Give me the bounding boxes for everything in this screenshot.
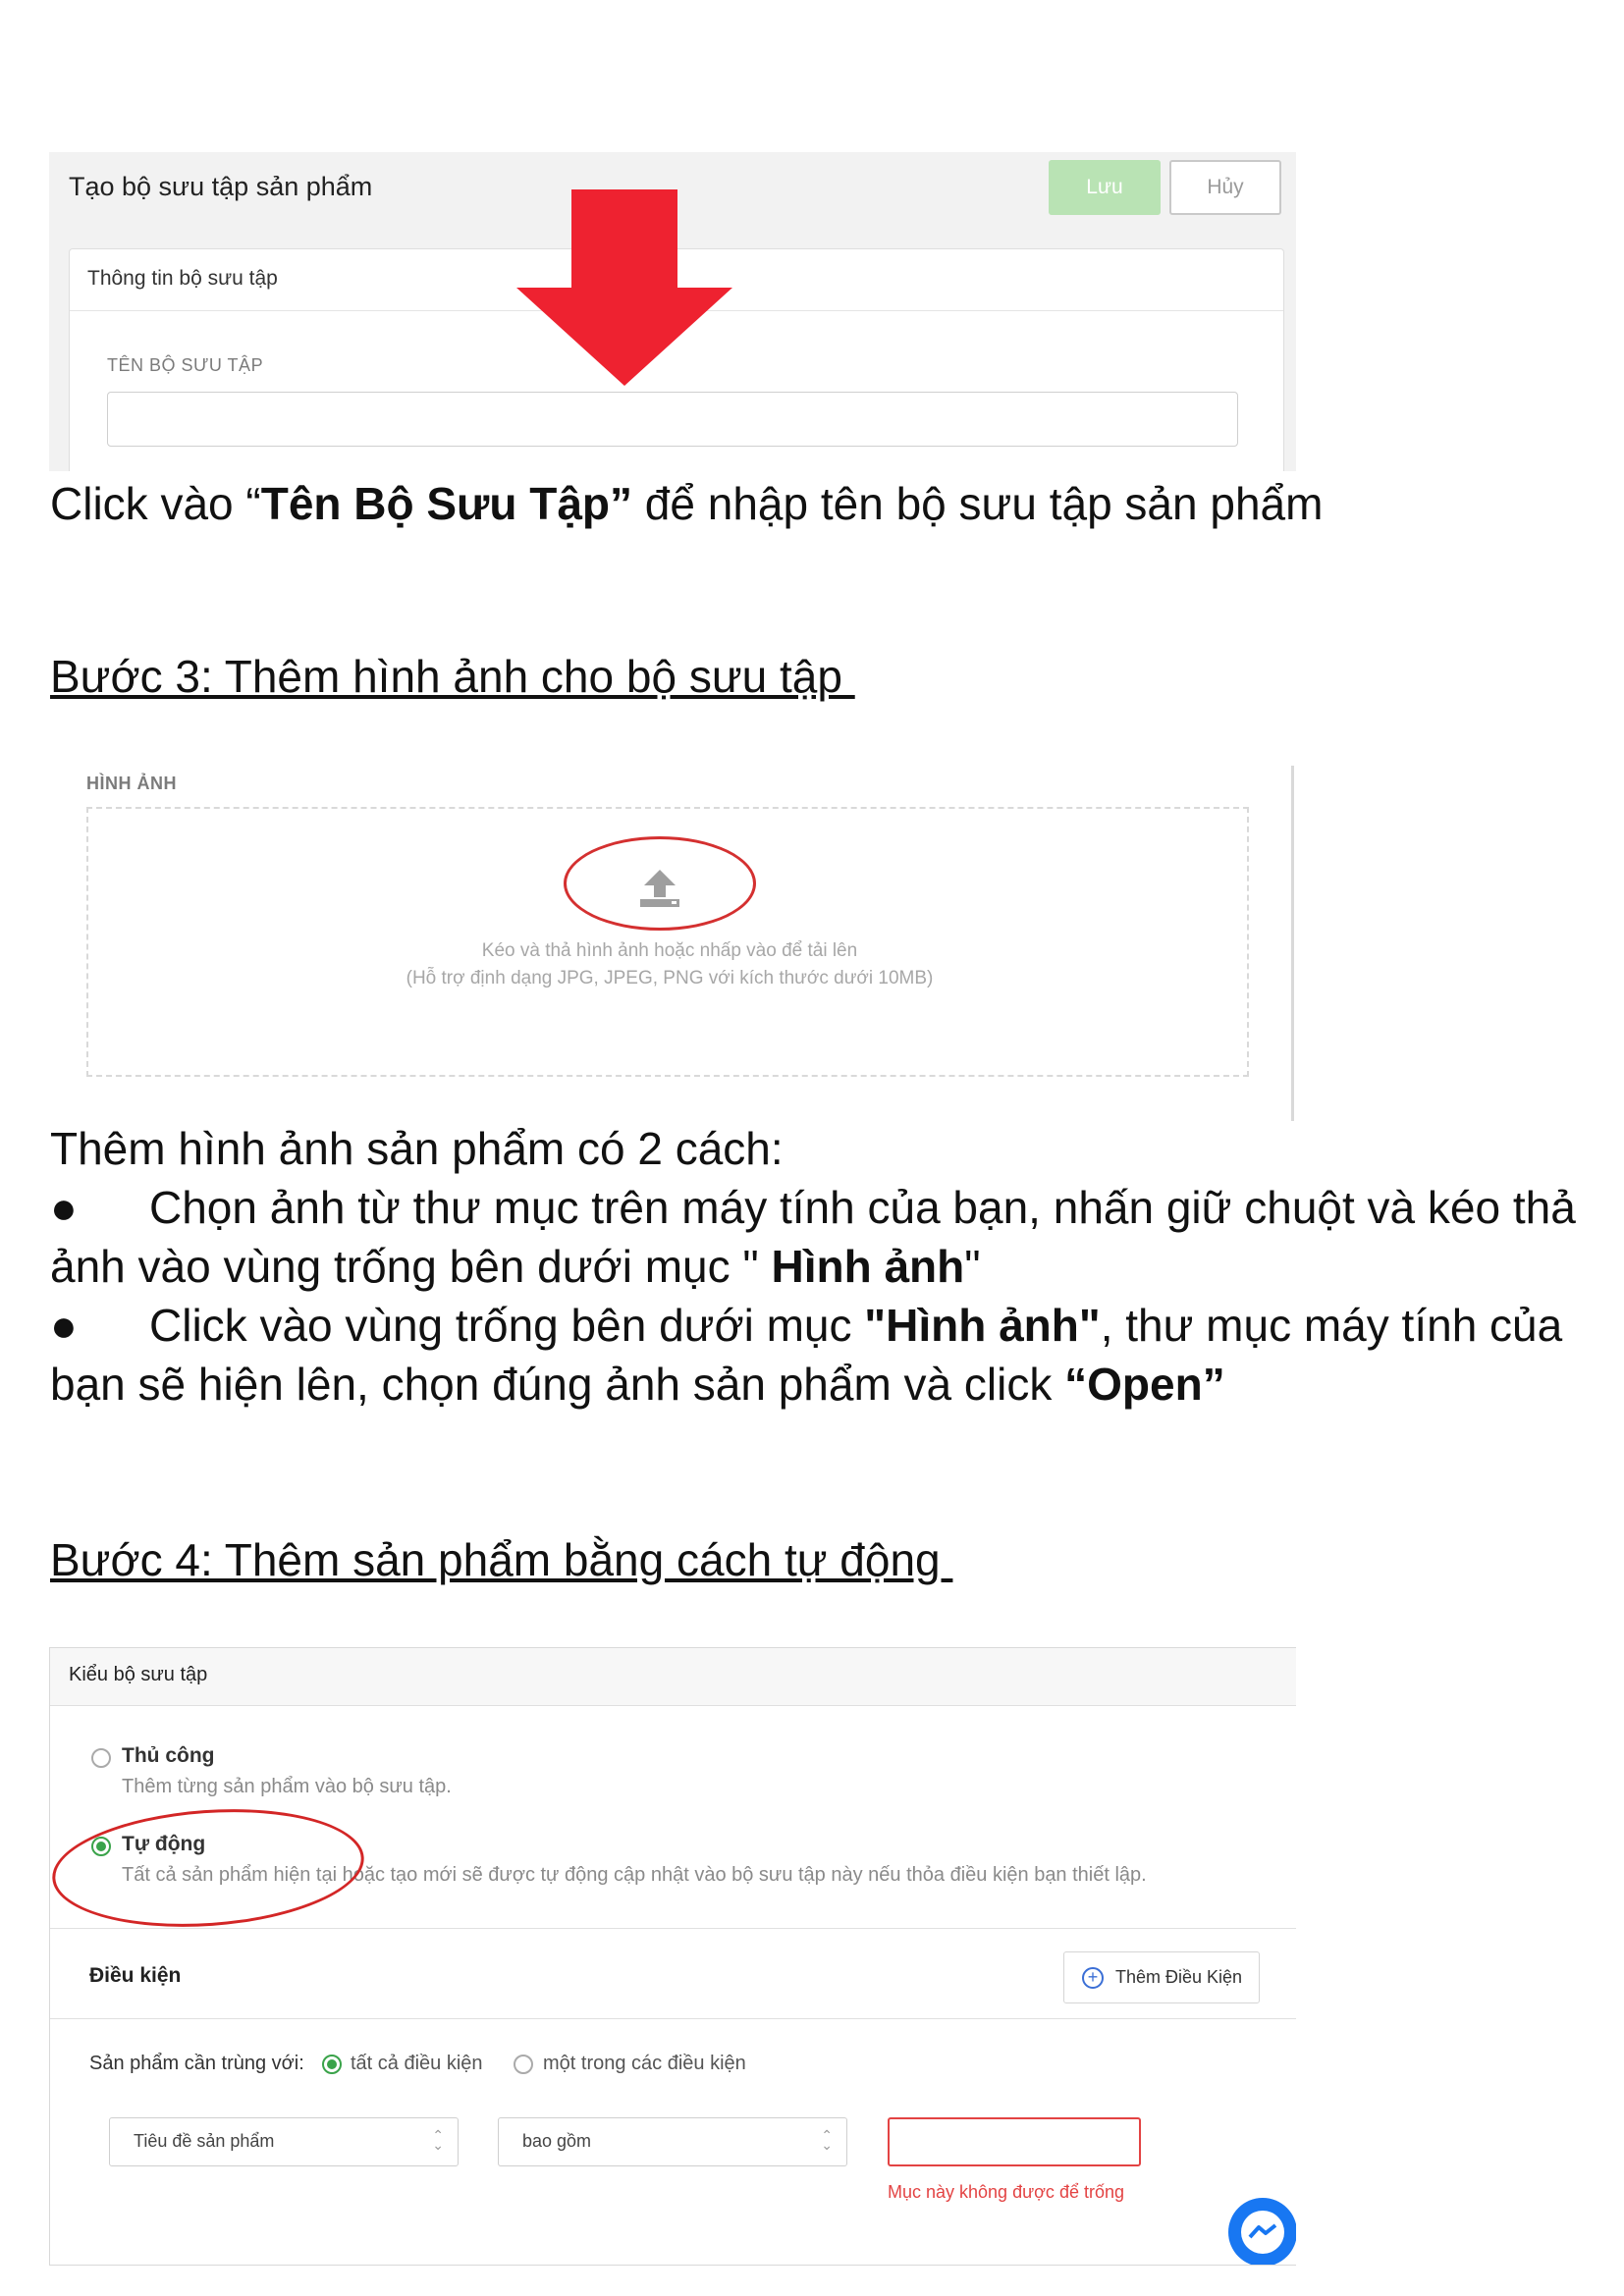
manual-radio[interactable]	[91, 1748, 111, 1768]
bullet-1-cont-bold: Hình ảnh	[771, 1241, 965, 1292]
messenger-bolt-icon	[1241, 2211, 1284, 2254]
panel-title: Thông tin bộ sưu tập	[87, 267, 278, 290]
cancel-button[interactable]: Hủy	[1169, 160, 1281, 215]
caption-post: để nhập tên bộ sưu tập sản phẩm	[632, 478, 1324, 529]
field-select-value: Tiêu đề sản phẩm	[134, 2131, 275, 2151]
add-condition-button[interactable]: + Thêm Điều Kiện	[1063, 1951, 1260, 2003]
collection-type-header: Kiểu bộ sưu tập	[50, 1648, 1296, 1706]
match-all-radio[interactable]	[322, 2055, 342, 2074]
collection-type-title: Kiểu bộ sưu tập	[69, 1664, 208, 1685]
bullet-2-cont-bold: “Open”	[1064, 1359, 1225, 1410]
field-select[interactable]: Tiêu đề sản phẩm ⌃ ⌄	[109, 2117, 459, 2166]
highlight-circle	[50, 1799, 368, 1937]
collection-type-screenshot: Kiểu bộ sưu tập Thủ công Thêm từng sản p…	[49, 1647, 1296, 2266]
dropzone-format-hint: (Hỗ trợ định dạng JPG, JPEG, PNG với kíc…	[406, 968, 934, 988]
image-upload-screenshot: HÌNH ẢNH Kéo và thả hình ảnh hoặc nhấp v…	[61, 758, 1296, 1121]
select-caret-icon: ⌃ ⌄	[821, 2127, 833, 2153]
step4-heading: Bước 4: Thêm sản phẩm bằng cách tự động	[50, 1534, 953, 1585]
divider	[1291, 766, 1294, 1121]
operator-select[interactable]: bao gồm ⌃ ⌄	[498, 2117, 847, 2166]
bullet-2-pre: Click vào vùng trống bên dưới mục	[149, 1300, 865, 1351]
dropzone-hint: Kéo và thả hình ảnh hoặc nhấp vào để tải…	[481, 940, 858, 961]
conditions-title: Điều kiện	[89, 1964, 182, 1987]
bullet-2-continuation: bạn sẽ hiện lên, chọn đúng ảnh sản phẩm …	[50, 1355, 1225, 1414]
manual-option-desc: Thêm từng sản phẩm vào bộ sưu tập.	[122, 1776, 452, 1797]
bullet-1-text: Chọn ảnh từ thư mục trên máy tính của bạ…	[149, 1182, 1576, 1233]
instructions-intro: Thêm hình ảnh sản phẩm có 2 cách:	[50, 1123, 784, 1174]
condition-value-input[interactable]	[888, 2117, 1141, 2166]
collection-name-label: TÊN BỘ SƯU TẬP	[107, 355, 264, 375]
bullet-2-glyph: ●	[50, 1300, 78, 1351]
caption-step2: Click vào “Tên Bộ Sưu Tập” để nhập tên b…	[50, 474, 1323, 533]
bullet-2-post: , thư mục máy tính của	[1100, 1300, 1563, 1351]
red-arrow-icon	[516, 189, 732, 386]
bullet-2-cont-pre: bạn sẽ hiện lên, chọn đúng ảnh sản phẩm …	[50, 1359, 1065, 1410]
manual-option-title: Thủ công	[122, 1744, 215, 1767]
bullet-1-cont-pre: ảnh vào vùng trống bên dưới mục "	[50, 1241, 772, 1292]
image-label: HÌNH ẢNH	[86, 774, 177, 793]
upload-icon[interactable]	[634, 868, 685, 911]
bullet-2-bold: "Hình ảnh"	[864, 1300, 1101, 1351]
match-any-radio[interactable]	[514, 2055, 533, 2074]
select-caret-icon: ⌃ ⌄	[432, 2127, 444, 2153]
step3-heading: Bước 3: Thêm hình ảnh cho bộ sưu tập	[50, 651, 855, 702]
caption-bold: Tên Bộ Sưu Tập”	[260, 478, 633, 529]
bullet-2-text: Click vào vùng trống bên dưới mục "Hình …	[149, 1296, 1562, 1355]
bullet-1-cont-post: "	[964, 1241, 981, 1292]
match-any-label: một trong các điều kiện	[543, 2053, 746, 2074]
page-title: Tạo bộ sưu tập sản phẩm	[69, 172, 373, 201]
bullet-1-continuation: ảnh vào vùng trống bên dưới mục " Hình ả…	[50, 1237, 981, 1296]
plus-circle-icon: +	[1082, 1967, 1104, 1989]
match-label: Sản phẩm cần trùng với:	[89, 2053, 304, 2074]
bullet-1-glyph: ●	[50, 1182, 78, 1233]
divider	[50, 2018, 1296, 2019]
save-button[interactable]: Lưu	[1049, 160, 1161, 215]
match-all-label: tất cả điều kiện	[351, 2053, 483, 2074]
divider	[50, 1928, 1296, 1929]
operator-select-value: bao gồm	[522, 2131, 592, 2151]
caption-pre: Click vào “	[50, 478, 261, 529]
validation-error: Mục này không được để trống	[888, 2182, 1124, 2202]
collection-name-input[interactable]	[107, 392, 1238, 447]
add-condition-label: Thêm Điều Kiện	[1115, 1967, 1243, 1987]
messenger-icon[interactable]	[1228, 2198, 1296, 2265]
